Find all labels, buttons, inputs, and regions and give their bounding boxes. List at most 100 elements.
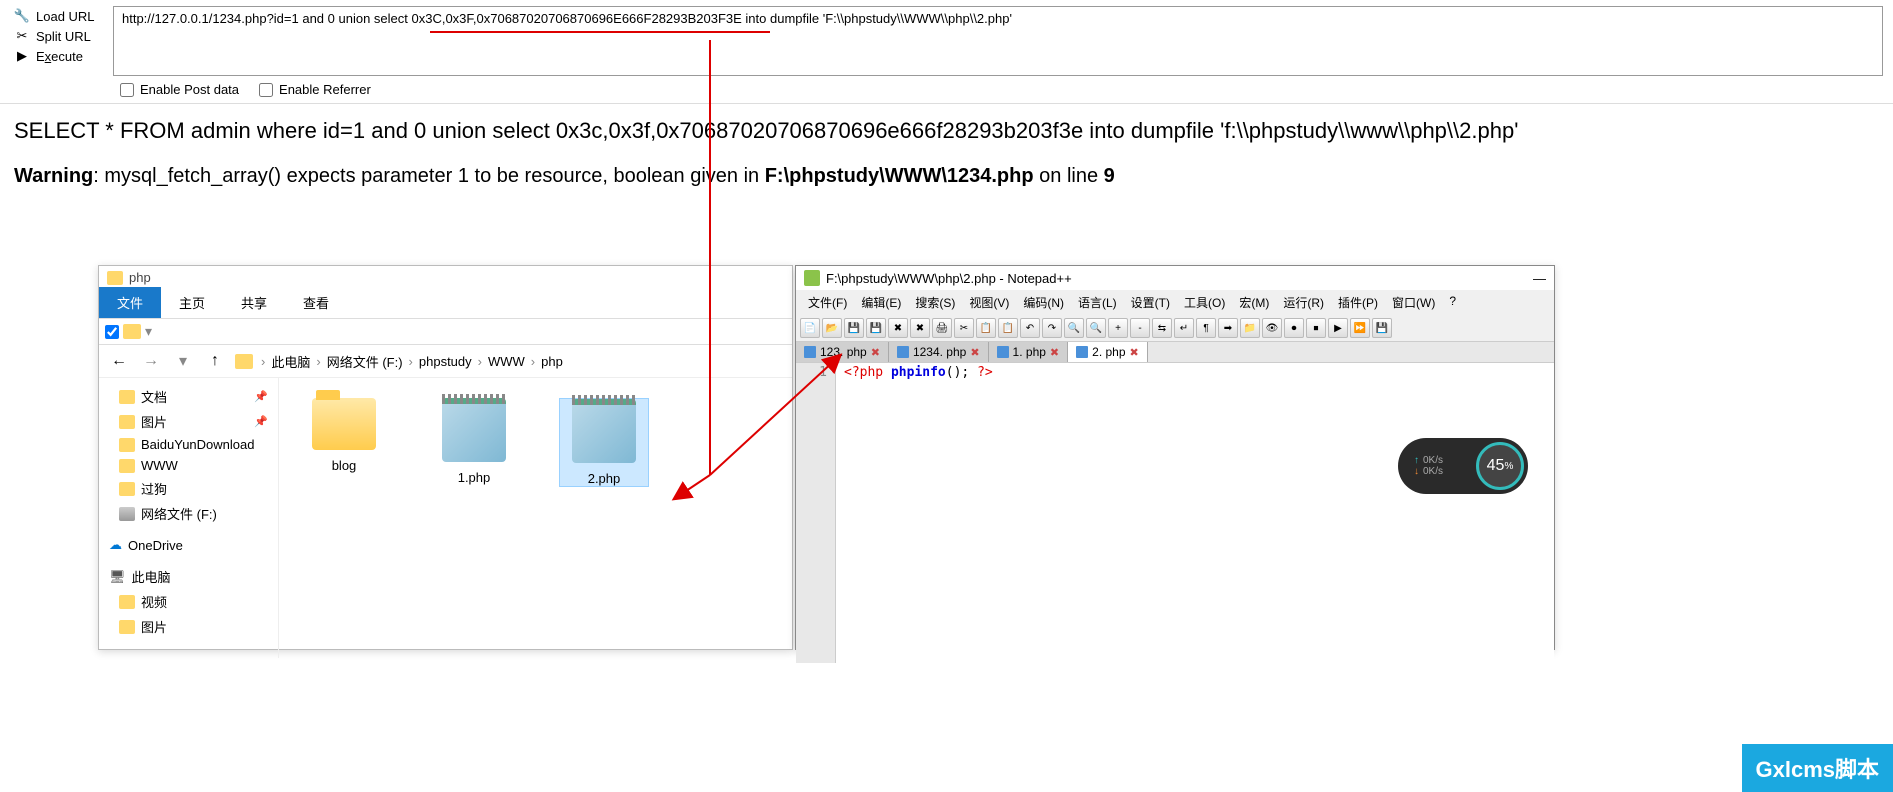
menu-file[interactable]: 文件(F) <box>802 292 853 313</box>
nav-back[interactable]: ← <box>107 352 131 370</box>
menu-language[interactable]: 语言(L) <box>1072 292 1123 313</box>
tool-open[interactable]: 📂 <box>822 318 842 338</box>
menu-encoding[interactable]: 编码(N) <box>1017 292 1070 313</box>
breadcrumb-row: ← → ▾ ↑ › 此电脑› 网络文件 (F:)› phpstudy› WWW›… <box>99 345 792 378</box>
tool-new[interactable]: 📄 <box>800 318 820 338</box>
select-all-checkbox[interactable] <box>105 325 119 339</box>
enable-referrer-checkbox[interactable]: Enable Referrer <box>259 82 371 97</box>
sidebar-item-pics[interactable]: 图片📌 <box>103 409 274 434</box>
tool-zoom-in[interactable]: + <box>1108 318 1128 338</box>
tool-closeall[interactable]: ✖ <box>910 318 930 338</box>
explorer-sidebar: 文档📌 图片📌 BaiduYunDownload WWW 过狗 网络文件 (F:… <box>99 378 279 658</box>
crumb-pc[interactable]: 此电脑 <box>271 352 310 371</box>
menu-settings[interactable]: 设置(T) <box>1125 292 1176 313</box>
sidebar-item-pics2[interactable]: 图片 <box>103 614 274 639</box>
crumb-www[interactable]: WWW <box>488 354 525 369</box>
tool-record[interactable]: ⏺ <box>1284 318 1304 338</box>
tool-sync[interactable]: ⇆ <box>1152 318 1172 338</box>
tool-playmulti[interactable]: ⏩ <box>1350 318 1370 338</box>
menu-view[interactable]: 视图(V) <box>963 292 1015 313</box>
folder-icon <box>119 415 135 429</box>
sidebar-onedrive[interactable]: ☁OneDrive <box>103 534 274 556</box>
code-area[interactable]: <?php phpinfo(); ?> <box>836 363 1001 663</box>
enable-post-checkbox[interactable]: Enable Post data <box>120 82 239 97</box>
sidebar-item-drive-f[interactable]: 网络文件 (F:) <box>103 501 274 526</box>
file-item-1php[interactable]: 1.php <box>429 398 519 485</box>
tool-play[interactable]: ▶ <box>1328 318 1348 338</box>
hackbar-toolbar: 🔧 Load URL ✂ Split URL ▶ Execute http://… <box>0 0 1893 104</box>
enable-referrer-label: Enable Referrer <box>279 82 371 97</box>
npp-tab-1234[interactable]: 1234. php✖ <box>889 342 989 362</box>
menu-window[interactable]: 窗口(W) <box>1386 292 1441 313</box>
close-icon[interactable]: ✖ <box>1050 346 1059 359</box>
post-checkbox-input[interactable] <box>120 83 134 97</box>
sidebar-item-video[interactable]: 视频 <box>103 589 274 614</box>
file-item-2php[interactable]: 2.php <box>559 398 649 487</box>
sidebar-item-docs[interactable]: 文档📌 <box>103 384 274 409</box>
close-icon[interactable]: ✖ <box>1130 346 1139 359</box>
crumb-drive[interactable]: 网络文件 (F:) <box>327 352 403 371</box>
close-icon[interactable]: ✖ <box>970 346 979 359</box>
execute-button[interactable]: ▶ Execute <box>10 46 105 66</box>
tool-zoom-out[interactable]: - <box>1130 318 1150 338</box>
tool-replace[interactable]: 🔍 <box>1086 318 1106 338</box>
sidebar-item-baidu[interactable]: BaiduYunDownload <box>103 434 274 455</box>
load-url-button[interactable]: 🔧 Load URL <box>10 6 105 26</box>
minimize-button[interactable]: — <box>1533 271 1546 286</box>
files-area[interactable]: blog 1.php 2.php <box>279 378 792 658</box>
tool-cut[interactable]: ✂ <box>954 318 974 338</box>
tool-indent[interactable]: ➡ <box>1218 318 1238 338</box>
npp-tab-2[interactable]: 2. php✖ <box>1068 342 1148 362</box>
split-url-button[interactable]: ✂ Split URL <box>10 26 105 46</box>
tool-saveall[interactable]: 💾 <box>866 318 886 338</box>
tool-stop[interactable]: ⏹ <box>1306 318 1326 338</box>
tool-find[interactable]: 🔍 <box>1064 318 1084 338</box>
tool-print[interactable]: 🖨 <box>932 318 952 338</box>
tool-undo[interactable]: ↶ <box>1020 318 1040 338</box>
referrer-checkbox-input[interactable] <box>259 83 273 97</box>
tool-redo[interactable]: ↷ <box>1042 318 1062 338</box>
menu-edit[interactable]: 编辑(E) <box>855 292 907 313</box>
nav-up[interactable]: ↑ <box>203 352 227 370</box>
menu-search[interactable]: 搜索(S) <box>909 292 961 313</box>
tab-file[interactable]: 文件 <box>99 287 161 318</box>
menu-run[interactable]: 运行(R) <box>1277 292 1330 313</box>
php-close-tag: ?> <box>977 365 993 380</box>
tool-paste[interactable]: 📋 <box>998 318 1018 338</box>
npp-titlebar[interactable]: F:\phpstudy\WWW\php\2.php - Notepad++ — <box>796 266 1554 290</box>
tab-share[interactable]: 共享 <box>223 287 285 318</box>
file-item-blog[interactable]: blog <box>299 398 389 473</box>
menu-tools[interactable]: 工具(O) <box>1178 292 1231 313</box>
sidebar-item-www[interactable]: WWW <box>103 455 274 476</box>
tool-save[interactable]: 💾 <box>844 318 864 338</box>
tab-home[interactable]: 主页 <box>161 287 223 318</box>
tool-close[interactable]: ✖ <box>888 318 908 338</box>
speed-widget[interactable]: ↑0K/s ↓0K/s 45% <box>1398 438 1528 494</box>
npp-editor[interactable]: 1 <?php phpinfo(); ?> <box>796 363 1554 663</box>
tool-copy[interactable]: 📋 <box>976 318 996 338</box>
tool-folder[interactable]: 📁 <box>1240 318 1260 338</box>
tool-wrap[interactable]: ↵ <box>1174 318 1194 338</box>
sidebar-thispc[interactable]: 🖥此电脑 <box>103 564 274 589</box>
menu-plugins[interactable]: 插件(P) <box>1332 292 1384 313</box>
menu-macro[interactable]: 宏(M) <box>1233 292 1275 313</box>
close-icon[interactable]: ✖ <box>871 346 880 359</box>
nav-recent[interactable]: ▾ <box>171 351 195 371</box>
npp-tab-1[interactable]: 1. php✖ <box>989 342 1069 362</box>
nav-forward[interactable]: → <box>139 352 163 370</box>
sidebar-item-guogou[interactable]: 过狗 <box>103 476 274 501</box>
explorer-titlebar[interactable]: php <box>99 266 792 289</box>
tool-monitor[interactable]: 👁 <box>1262 318 1282 338</box>
menu-help[interactable]: ? <box>1443 292 1462 313</box>
tool-show-chars[interactable]: ¶ <box>1196 318 1216 338</box>
crumb-phpstudy[interactable]: phpstudy <box>419 354 472 369</box>
download-speed: 0K/s <box>1423 466 1443 477</box>
tab-view[interactable]: 查看 <box>285 287 347 318</box>
quick-overflow[interactable]: ▾ <box>145 323 152 340</box>
crumb-php[interactable]: php <box>541 354 563 369</box>
file-label: 1.php <box>458 470 491 485</box>
tool-savemacro[interactable]: 💾 <box>1372 318 1392 338</box>
npp-tab-123[interactable]: 123. php✖ <box>796 342 889 362</box>
sql-query-text: SELECT * FROM admin where id=1 and 0 uni… <box>14 114 1879 147</box>
url-input[interactable]: http://127.0.0.1/1234.php?id=1 and 0 uni… <box>113 6 1883 76</box>
